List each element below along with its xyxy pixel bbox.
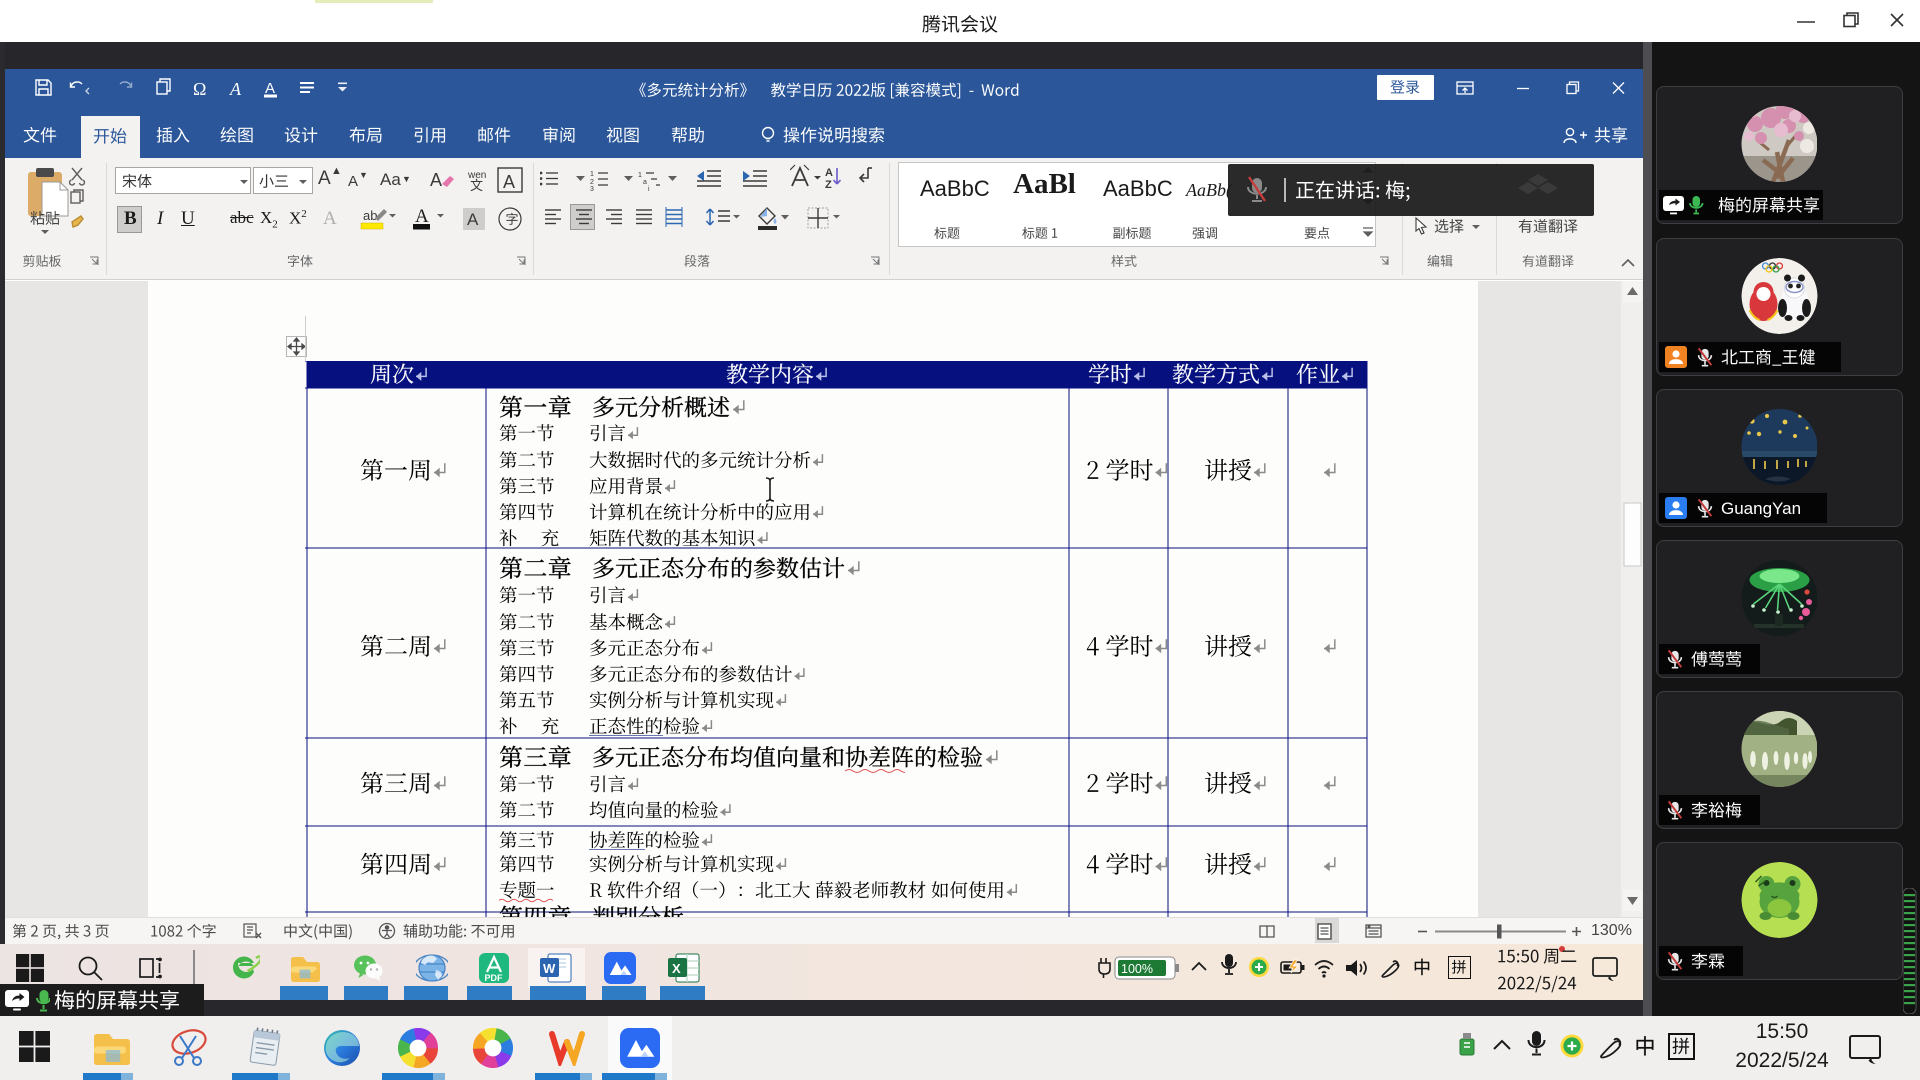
svg-text:3: 3 xyxy=(590,186,594,193)
svg-text:PDF: PDF xyxy=(485,973,504,983)
svg-text:2: 2 xyxy=(590,179,594,186)
svg-text:i: i xyxy=(648,186,650,193)
svg-text:1: 1 xyxy=(638,172,642,179)
svg-text:Ω: Ω xyxy=(193,79,206,99)
svg-text:X: X xyxy=(672,961,681,976)
svg-text:A: A xyxy=(265,80,275,97)
svg-text:a: a xyxy=(643,179,647,186)
svg-text:文: 文 xyxy=(470,178,483,193)
svg-text:A: A xyxy=(467,210,479,229)
svg-text:W: W xyxy=(543,961,556,976)
svg-text:A: A xyxy=(415,206,429,227)
svg-text:A: A xyxy=(430,170,442,190)
svg-text:A: A xyxy=(503,172,515,192)
svg-text:A: A xyxy=(229,79,242,99)
svg-text:100%: 100% xyxy=(1121,962,1153,976)
svg-text:Z: Z xyxy=(825,179,832,191)
svg-text:ab: ab xyxy=(363,208,377,223)
svg-text:A: A xyxy=(825,167,833,179)
svg-text:1: 1 xyxy=(590,171,594,178)
